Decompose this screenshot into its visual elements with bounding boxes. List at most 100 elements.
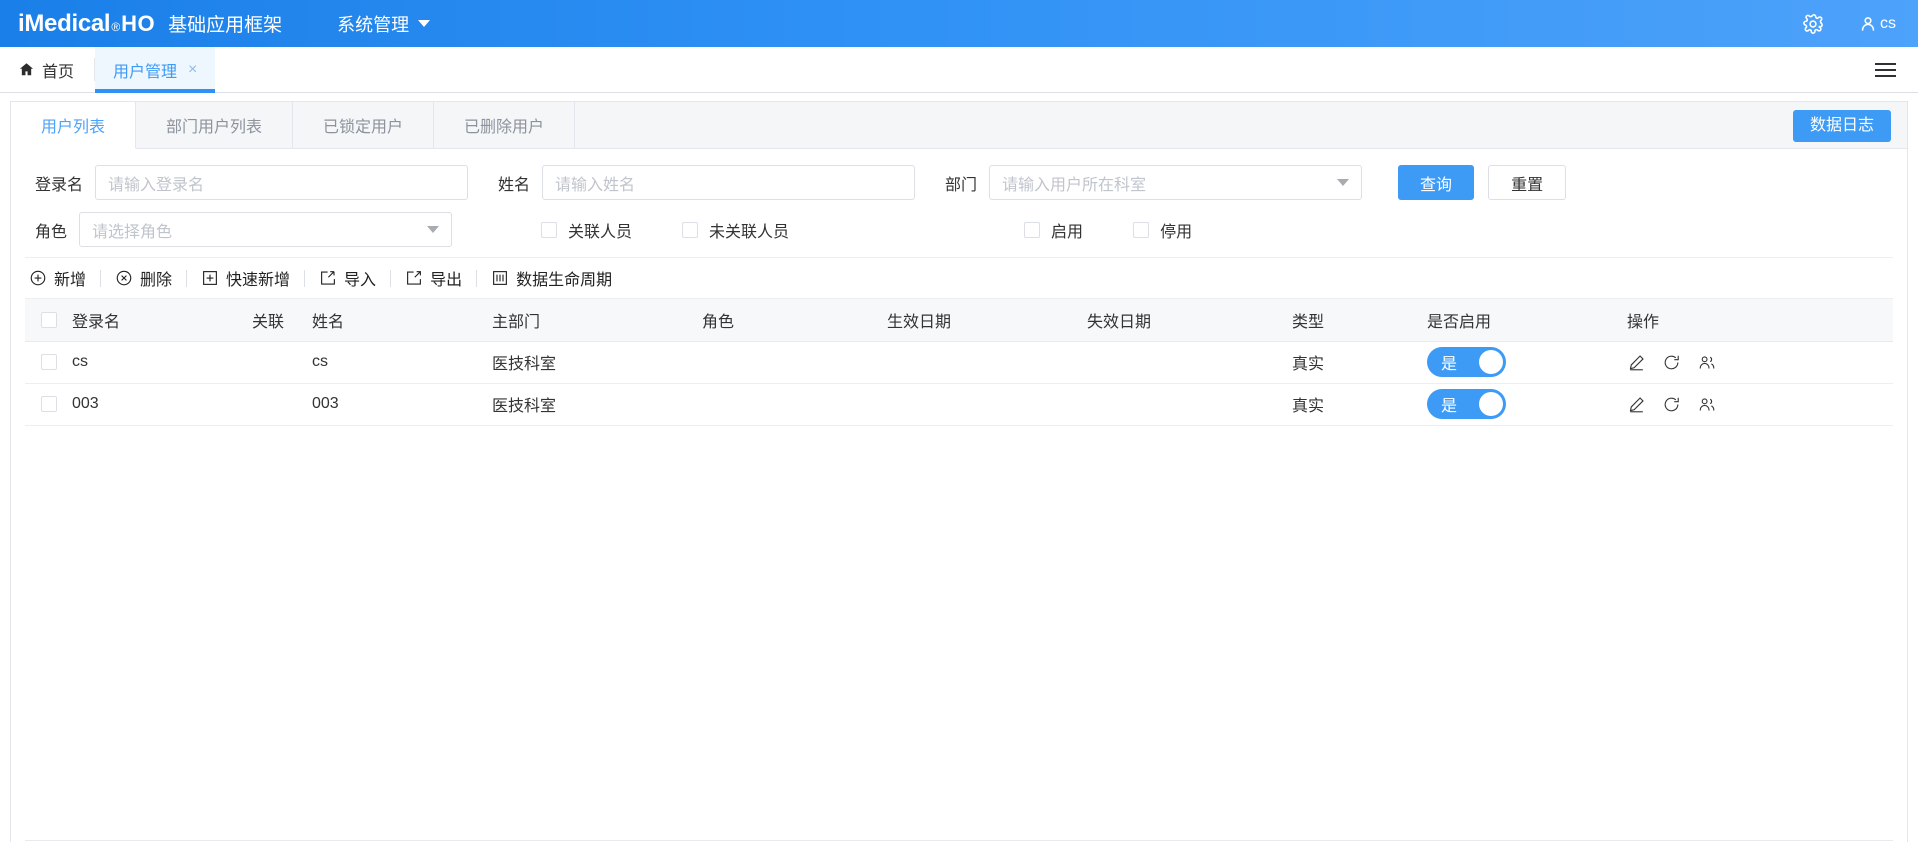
checkbox-box xyxy=(541,221,558,238)
cell-operations xyxy=(1626,341,1893,384)
header-role: 角色 xyxy=(701,299,886,342)
enabled-toggle[interactable]: 是 xyxy=(1427,347,1506,377)
field-login-name: 登录名 请输入登录名 xyxy=(35,165,469,200)
data-log-button[interactable]: 数据日志 xyxy=(1792,110,1891,142)
tab-home[interactable]: 首页 xyxy=(0,47,94,92)
checkbox-box xyxy=(1133,221,1150,238)
table-empty-area xyxy=(25,426,1893,841)
tab-user-list[interactable]: 用户列表 xyxy=(11,102,137,149)
header-type: 类型 xyxy=(1291,299,1426,342)
field-department: 部门 请输入用户所在科室 xyxy=(945,165,1363,200)
nav-menu-system-management[interactable]: 系统管理 xyxy=(337,11,431,37)
row-action-icons xyxy=(1627,353,1892,372)
browser-tabstrip: 首页 用户管理 × xyxy=(0,47,1918,93)
checkbox-box xyxy=(1024,221,1041,238)
cell-login-name: 003 xyxy=(71,383,251,426)
header-start-date: 生效日期 xyxy=(886,299,1086,342)
field-role: 角色 请选择角色 xyxy=(35,212,453,247)
user-table-container: 登录名 关联 姓名 主部门 角色 生效日期 失效日期 类型 是否启用 操作 cs… xyxy=(25,299,1893,840)
user-group-icon[interactable] xyxy=(1697,353,1717,372)
checkbox-related-personnel[interactable]: 关联人员 xyxy=(541,218,632,242)
search-select-department-value: 请输入用户所在科室 xyxy=(1002,176,1147,194)
cell-end-date xyxy=(1086,341,1291,384)
cell-role xyxy=(701,383,886,426)
data-lifecycle-button-label: 数据生命周期 xyxy=(516,272,613,289)
cell-main-dept: 医技科室 xyxy=(491,341,701,384)
add-button[interactable]: 新增 xyxy=(25,266,100,290)
cell-operations xyxy=(1626,383,1893,426)
tab-deleted-users-label: 已删除用户 xyxy=(464,119,545,136)
user-group-icon[interactable] xyxy=(1697,395,1717,414)
gear-icon[interactable] xyxy=(1802,13,1824,35)
tab-user-management[interactable]: 用户管理 × xyxy=(95,47,216,93)
nav-menu-label: 系统管理 xyxy=(337,14,410,35)
main-panel: 用户列表 部门用户列表 已锁定用户 已删除用户 数据日志 登录名 请输入登录名 … xyxy=(10,101,1908,842)
cell-related xyxy=(251,383,311,426)
cell-type: 真实 xyxy=(1291,383,1426,426)
plus-circle-icon xyxy=(30,270,46,286)
tab-locked-users[interactable]: 已锁定用户 xyxy=(293,102,435,148)
close-icon[interactable]: × xyxy=(188,61,197,78)
query-button[interactable]: 查询 xyxy=(1398,165,1475,200)
checkbox-enabled-label: 启用 xyxy=(1051,223,1084,241)
cell-start-date xyxy=(886,341,1086,384)
tab-dept-user-list-label: 部门用户列表 xyxy=(166,119,263,136)
action-toolbar: 新增 删除 快速新增 导入 导出 数据生命周期 xyxy=(25,257,1893,299)
checkbox-enabled[interactable]: 启用 xyxy=(1024,218,1083,242)
search-input-name[interactable]: 请输入姓名 xyxy=(542,165,916,200)
user-name-label: cs xyxy=(1880,14,1896,32)
header-actions: cs xyxy=(1802,13,1896,35)
tab-user-management-label: 用户管理 xyxy=(113,63,178,81)
select-all-checkbox[interactable] xyxy=(41,311,57,328)
tab-user-list-label: 用户列表 xyxy=(41,119,106,136)
user-table-head: 登录名 关联 姓名 主部门 角色 生效日期 失效日期 类型 是否启用 操作 xyxy=(25,299,1893,342)
tab-dept-user-list[interactable]: 部门用户列表 xyxy=(136,102,294,148)
quick-add-button-label: 快速新增 xyxy=(226,272,291,289)
checkbox-disabled[interactable]: 停用 xyxy=(1133,218,1192,242)
cell-enabled: 是 xyxy=(1426,383,1626,426)
field-login-name-label: 登录名 xyxy=(35,176,84,194)
table-row[interactable]: 003 003 医技科室 真实 是 xyxy=(25,383,1893,426)
tab-deleted-users[interactable]: 已删除用户 xyxy=(434,102,576,148)
search-form: 登录名 请输入登录名 姓名 请输入姓名 部门 请输入用户所在科室 查询 重置 角… xyxy=(11,149,1907,253)
import-button[interactable]: 导入 xyxy=(305,266,390,290)
data-lifecycle-button[interactable]: 数据生命周期 xyxy=(477,266,626,290)
edit-pencil-icon[interactable] xyxy=(1627,353,1646,372)
import-icon xyxy=(321,271,335,285)
checkbox-unrelated-personnel[interactable]: 未关联人员 xyxy=(682,218,789,242)
row-checkbox[interactable] xyxy=(41,353,57,370)
reset-button[interactable]: 重置 xyxy=(1488,165,1567,200)
user-table: 登录名 关联 姓名 主部门 角色 生效日期 失效日期 类型 是否启用 操作 cs… xyxy=(25,299,1893,426)
row-select-cell xyxy=(25,341,71,384)
cell-name: cs xyxy=(311,341,491,384)
header-login-name: 登录名 xyxy=(71,299,251,342)
header-end-date: 失效日期 xyxy=(1086,299,1291,342)
refresh-icon[interactable] xyxy=(1662,353,1681,372)
enabled-toggle-label: 是 xyxy=(1441,356,1458,373)
search-form-row-2: 角色 请选择角色 关联人员 未关联人员 启用 停用 xyxy=(25,206,1893,253)
search-input-login-name[interactable]: 请输入登录名 xyxy=(95,165,469,200)
brand-name: iMedical xyxy=(18,9,111,37)
export-button[interactable]: 导出 xyxy=(391,266,476,290)
enabled-toggle-label: 是 xyxy=(1441,398,1458,415)
hamburger-icon[interactable] xyxy=(1875,62,1896,77)
user-table-body: cs cs 医技科室 真实 是 003 003 医技科室 真实 是 xyxy=(25,341,1893,426)
search-select-department[interactable]: 请输入用户所在科室 xyxy=(989,165,1363,200)
chevron-down-icon xyxy=(418,20,431,27)
table-row[interactable]: cs cs 医技科室 真实 是 xyxy=(25,341,1893,384)
cell-main-dept: 医技科室 xyxy=(491,383,701,426)
edit-pencil-icon[interactable] xyxy=(1627,395,1646,414)
row-checkbox[interactable] xyxy=(41,395,57,412)
toggle-knob xyxy=(1479,350,1503,374)
export-button-label: 导出 xyxy=(430,272,463,289)
enabled-toggle[interactable]: 是 xyxy=(1427,389,1506,419)
add-button-label: 新增 xyxy=(54,272,87,289)
search-select-role[interactable]: 请选择角色 xyxy=(79,212,453,247)
header-main-dept: 主部门 xyxy=(491,299,701,342)
chevron-down-icon xyxy=(1337,179,1350,186)
refresh-icon[interactable] xyxy=(1662,395,1681,414)
delete-button[interactable]: 删除 xyxy=(101,266,186,290)
user-menu[interactable]: cs xyxy=(1858,14,1896,34)
quick-add-button[interactable]: 快速新增 xyxy=(187,266,304,290)
user-icon xyxy=(1861,16,1875,31)
